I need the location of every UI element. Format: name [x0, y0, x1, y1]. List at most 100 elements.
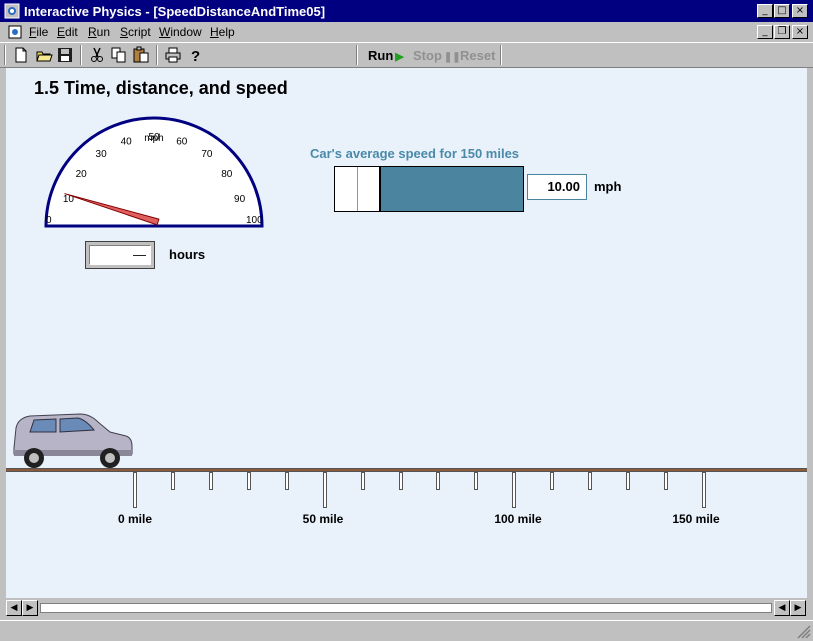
save-disk-icon[interactable] [56, 46, 74, 64]
menu-file[interactable]: File [29, 25, 48, 39]
stop-button[interactable]: Stop ❚❚ [413, 48, 461, 63]
mile-post-major [512, 472, 516, 508]
toolbar-separator [80, 45, 82, 65]
help-question-icon[interactable]: ? [186, 46, 204, 64]
speedometer-tick-label: 20 [76, 169, 88, 180]
menu-help[interactable]: Help [210, 25, 235, 39]
document-icon[interactable] [8, 25, 22, 39]
mile-post-major [702, 472, 706, 508]
menu-run[interactable]: Run [88, 25, 110, 39]
mile-post-minor [436, 472, 440, 490]
avg-speed-input[interactable]: 10.00 [527, 174, 587, 200]
mile-post-minor [247, 472, 251, 490]
scroll-right-end-button[interactable]: ▶ [790, 600, 806, 616]
scroll-right-icon: ▶ [794, 603, 802, 613]
scroll-left-end-button[interactable]: ◀ [6, 600, 22, 616]
mile-post-minor [171, 472, 175, 490]
mile-label-100: 100 mile [494, 512, 542, 526]
open-folder-icon[interactable] [35, 46, 53, 64]
maximize-button[interactable]: □ [774, 4, 790, 18]
mile-post-minor [588, 472, 592, 490]
hours-display: — [89, 245, 151, 265]
hours-meter[interactable]: — [85, 241, 155, 269]
road [6, 468, 807, 472]
speedometer-tick-label: 80 [221, 169, 233, 180]
speedometer-tick-label: 90 [234, 194, 246, 205]
mile-post-minor [361, 472, 365, 490]
restore-icon: ❐ [777, 26, 787, 37]
mile-post-minor [664, 472, 668, 490]
doc-minimize-button[interactable]: _ [757, 25, 773, 39]
doc-restore-button[interactable]: ❐ [774, 25, 790, 39]
status-bar [0, 620, 813, 641]
minimize-icon: _ [762, 26, 768, 37]
new-file-icon[interactable] [12, 46, 30, 64]
avg-speed-unit: mph [594, 179, 622, 194]
page-title: 1.5 Time, distance, and speed [34, 78, 288, 98]
mile-post-minor [285, 472, 289, 490]
title-bar[interactable]: Interactive Physics - [SpeedDistanceAndT… [0, 0, 813, 22]
window-frame-right [807, 68, 813, 620]
minimize-icon: _ [762, 5, 768, 16]
scroll-left-icon: ◀ [10, 603, 18, 613]
avg-speed-title: Car's average speed for 150 miles [310, 146, 520, 161]
paste-icon[interactable] [132, 46, 150, 64]
menu-edit[interactable]: Edit [57, 25, 78, 39]
pause-icon: ❚❚ [443, 52, 461, 63]
scroll-right-icon: ▶ [26, 603, 34, 613]
minimize-button[interactable]: _ [757, 4, 773, 18]
scroll-left-icon: ◀ [778, 603, 786, 613]
svg-text:?: ? [191, 48, 200, 64]
scroll-track[interactable] [40, 603, 772, 613]
hours-label: hours [169, 247, 206, 262]
speedometer-tick-label: 0 [46, 215, 52, 226]
toolbar: ? Run ▶ Stop ❚❚ Reset [0, 42, 813, 68]
mile-post-minor [399, 472, 403, 490]
speedometer-tick-label: 70 [201, 149, 213, 160]
cut-scissors-icon[interactable] [88, 46, 106, 64]
close-button[interactable]: × [792, 4, 808, 18]
close-icon: × [795, 26, 805, 37]
app-icon[interactable] [4, 3, 20, 19]
toolbar-separator [356, 45, 358, 65]
menu-script[interactable]: Script [120, 25, 151, 39]
speedometer-unit: mph [144, 133, 163, 144]
horizontal-scrollbar[interactable]: ◀ ▶ ◀ ▶ [6, 600, 807, 617]
menu-bar: File Edit Run Script Window Help _ ❐ × [0, 22, 813, 42]
menu-window[interactable]: Window [159, 25, 202, 39]
print-icon[interactable] [164, 46, 182, 64]
toolbar-separator [156, 45, 158, 65]
mile-post-major [133, 472, 137, 508]
speedometer[interactable]: 010203040 50 60708090100 mph [36, 108, 276, 278]
mile-label-50: 50 mile [302, 512, 344, 526]
avg-speed-slider-fill [335, 167, 381, 211]
avg-speed-slider-thumb[interactable] [357, 167, 358, 211]
window-title: Interactive Physics - [SpeedDistanceAndT… [24, 4, 326, 19]
hours-value: — [133, 247, 146, 262]
mile-label-150: 150 mile [672, 512, 720, 526]
speedometer-tick-label: 30 [96, 149, 108, 160]
mile-post-major [323, 472, 327, 508]
play-icon: ▶ [395, 51, 404, 63]
mile-post-minor [626, 472, 630, 490]
reset-button[interactable]: Reset [460, 48, 495, 63]
mile-post-minor [474, 472, 478, 490]
mile-label-0: 0 mile [117, 512, 153, 526]
toolbar-separator [4, 45, 6, 65]
simulation-workspace[interactable]: 1.5 Time, distance, and speed 0 10 20 30 40 5… [6, 68, 807, 598]
doc-close-button[interactable]: × [792, 25, 808, 39]
copy-icon[interactable] [110, 46, 128, 64]
car[interactable] [10, 408, 134, 472]
run-button[interactable]: Run ▶ [368, 48, 404, 63]
scroll-right-button[interactable]: ▶ [22, 600, 38, 616]
mile-post-minor [209, 472, 213, 490]
avg-speed-slider[interactable] [334, 166, 524, 212]
speedometer-tick-label: 100 [246, 215, 263, 226]
scroll-left-button[interactable]: ◀ [774, 600, 790, 616]
mile-post-minor [550, 472, 554, 490]
speedometer-tick-label: 40 [121, 136, 133, 147]
resize-grip-icon[interactable] [797, 625, 811, 639]
speedometer-tick-label: 60 [176, 136, 188, 147]
close-icon: × [795, 5, 805, 16]
toolbar-separator [500, 45, 502, 65]
